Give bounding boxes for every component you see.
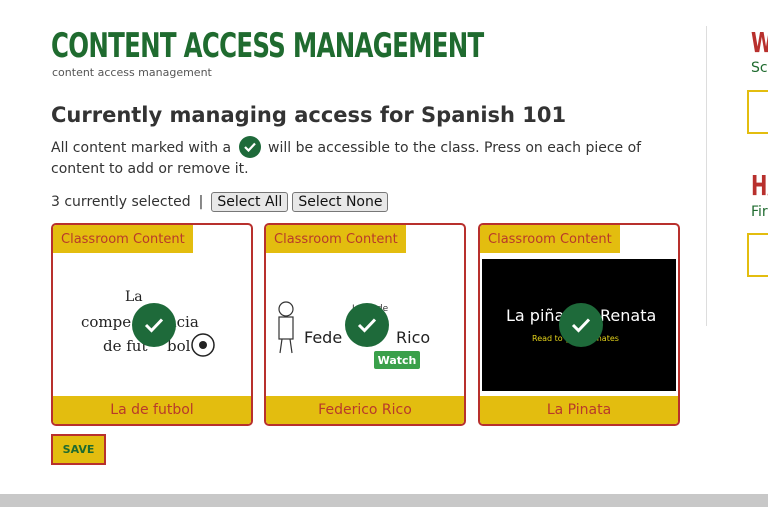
card-title: La Pinata <box>480 396 678 424</box>
svg-text:La: La <box>125 289 143 305</box>
card-tag: Classroom Content <box>266 225 406 253</box>
selection-controls: 3 currently selected | Select All Select… <box>51 192 389 212</box>
content-card-federico[interactable]: Classroom Content La fa de Fede Rico Wat… <box>264 223 466 426</box>
sidebar-button-2[interactable] <box>747 233 768 277</box>
sidebar-text-1: Sch <box>751 60 768 76</box>
sidebar-text-2: Fir <box>751 204 768 220</box>
selected-count: 3 currently selected <box>51 194 191 210</box>
sidebar-heading-2: HA <box>751 169 768 202</box>
class-heading: Currently managing access for Spanish 10… <box>51 103 567 127</box>
save-button[interactable]: SAVE <box>51 434 106 465</box>
sidebar-divider <box>706 26 707 326</box>
content-card-pinata[interactable]: Classroom Content La piña Renata Read to… <box>478 223 680 426</box>
svg-text:bol: bol <box>167 337 191 355</box>
svg-text:Renata: Renata <box>600 306 656 325</box>
card-title: La de futbol <box>53 396 251 424</box>
selected-check-icon <box>132 303 176 347</box>
instructions-text-before: All content marked with a <box>51 140 232 156</box>
svg-text:La piña: La piña <box>506 306 564 325</box>
instructions: All content marked with a will be access… <box>51 136 691 180</box>
sidebar-heading-1: W <box>751 26 768 59</box>
card-tag: Classroom Content <box>480 225 620 253</box>
sidebar-button-1[interactable] <box>747 90 768 134</box>
card-title: Federico Rico <box>266 396 464 424</box>
separator: | <box>198 194 204 210</box>
selected-check-icon <box>559 303 603 347</box>
check-icon <box>238 136 261 158</box>
watch-badge: Watch <box>378 354 417 367</box>
page-subtitle: content access management <box>52 66 212 79</box>
footer-bar <box>0 494 768 507</box>
save-button-label: SAVE <box>62 443 95 456</box>
card-tag: Classroom Content <box>53 225 193 253</box>
content-card-futbol[interactable]: Classroom Content La compe ncia de fut b… <box>51 223 253 426</box>
page-title: CONTENT ACCESS MANAGEMENT <box>51 26 484 66</box>
svg-text:Rico: Rico <box>396 328 430 347</box>
select-none-button[interactable]: Select None <box>292 192 389 212</box>
select-all-button[interactable]: Select All <box>211 192 289 212</box>
svg-text:Fede: Fede <box>304 328 342 347</box>
svg-text:compe: compe <box>81 313 131 331</box>
selected-check-icon <box>345 303 389 347</box>
